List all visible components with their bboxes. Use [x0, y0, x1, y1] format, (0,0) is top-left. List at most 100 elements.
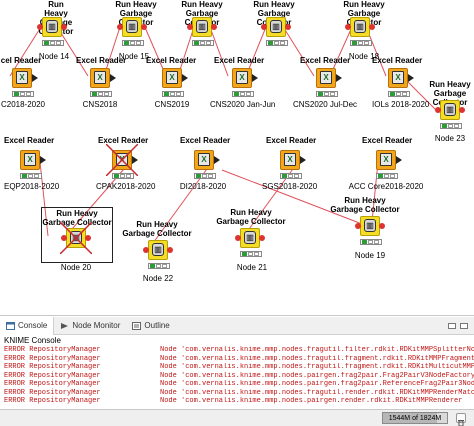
- excel-icon: X: [236, 71, 248, 84]
- log-row: ERROR RepositoryManager Node 'com.vernali…: [0, 380, 474, 389]
- node-title: cel Reader: [0, 56, 42, 65]
- node-title: Excel Reader: [146, 56, 197, 65]
- garbage-collector-node[interactable]: ▥: [117, 17, 147, 46]
- node-title: Excel Reader: [180, 136, 231, 145]
- log-message: Node 'com.vernalis.knime.mmp.nodes.fragu…: [160, 388, 474, 397]
- maximize-button[interactable]: [460, 322, 468, 329]
- trash-icon: [458, 420, 464, 426]
- excel-icon: X: [94, 71, 106, 84]
- node-title: Run Heavy Garbage Collector: [216, 208, 286, 226]
- trash-icon: ▥: [354, 20, 366, 33]
- excel-icon: X: [320, 71, 332, 84]
- node-name: Node 20: [60, 263, 92, 272]
- node-monitor-icon: [61, 322, 69, 329]
- connection: [209, 26, 229, 77]
- node-name: SGS2018-2020: [262, 182, 318, 191]
- node-name: Node 22: [142, 274, 174, 283]
- deleted-cross-icon: [106, 144, 138, 176]
- excel-reader-node[interactable]: X: [106, 144, 138, 179]
- excel-reader-node[interactable]: X: [280, 150, 306, 179]
- node-name: DI2018-2020: [179, 182, 227, 191]
- excel-reader-node[interactable]: X: [316, 68, 342, 97]
- log-message: Node 'com.vernalis.knime.mmp.nodes.pairg…: [160, 380, 474, 388]
- excel-reader-node[interactable]: X: [162, 68, 188, 97]
- connection: [281, 24, 315, 77]
- node-title: Run Heavy Garbage Collector: [122, 220, 192, 238]
- excel-reader-node[interactable]: X: [376, 150, 402, 179]
- node-name: CPAK2018-2020: [96, 182, 156, 191]
- log-message: Node 'com.vernalis.knime.mmp.nodes.fragu…: [160, 363, 474, 371]
- node-title: Excel Reader: [4, 136, 55, 145]
- node-name: CNS2019: [154, 100, 190, 109]
- trash-icon: ▥: [46, 20, 58, 33]
- log-level: ERROR RepositoryManager: [4, 354, 101, 363]
- outline-icon: [132, 321, 142, 330]
- log-message: Node 'com.vernalis.knime.mmp.nodes.fragu…: [160, 346, 474, 354]
- tab-label: Outline: [144, 321, 170, 330]
- garbage-collector-node[interactable]: ▥: [37, 17, 67, 46]
- console-title: KNIME Console: [0, 335, 474, 346]
- node-name: Node 19: [354, 251, 386, 260]
- garbage-collector-node[interactable]: ▥: [345, 17, 375, 46]
- tab-label: Console: [18, 321, 48, 330]
- minimize-button[interactable]: [448, 322, 456, 329]
- heap-label: 1544M of 1824M: [388, 415, 442, 422]
- log-level: ERROR RepositoryManager: [4, 371, 101, 380]
- node-name: ACC Core2018-2020: [348, 182, 424, 191]
- excel-reader-node[interactable]: X: [232, 68, 258, 97]
- excel-icon: X: [198, 153, 210, 166]
- workflow-canvas[interactable]: Run Heavy Garbage Collector ▥ Node 14 Ru…: [0, 0, 474, 316]
- tab-label: Node Monitor: [72, 321, 121, 330]
- log-message: Node 'com.vernalis.knime.mmp.nodes.pairg…: [160, 397, 463, 405]
- node-title: Excel Reader: [372, 56, 423, 65]
- log-message: Node 'com.vernalis.knime.mmp.nodes.fragu…: [160, 354, 474, 363]
- node-name: CNS2020 Jul-Dec: [292, 100, 358, 109]
- garbage-collector-node[interactable]: ▥: [235, 228, 265, 257]
- excel-reader-node[interactable]: X: [20, 150, 46, 179]
- node-name: IOLs 2018-2020: [372, 100, 430, 109]
- excel-icon: X: [392, 71, 404, 84]
- excel-reader-node[interactable]: X: [12, 68, 38, 97]
- node-title: Excel Reader: [214, 56, 265, 65]
- excel-reader-node[interactable]: X: [194, 150, 220, 179]
- excel-icon: X: [380, 153, 392, 166]
- log-message: Node 'com.vernalis.knime.mmp.nodes.pairg…: [160, 371, 474, 380]
- excel-icon: X: [166, 71, 178, 84]
- log-row: ERROR RepositoryManager Node 'com.vernali…: [0, 355, 474, 364]
- trash-icon: ▥: [152, 243, 164, 256]
- tab-node-monitor[interactable]: Node Monitor: [54, 317, 126, 335]
- heap-status: 1544M of 1824M: [382, 412, 448, 424]
- excel-icon: X: [284, 153, 296, 166]
- garbage-collector-node[interactable]: ▥: [143, 240, 173, 269]
- log-level: ERROR RepositoryManager: [4, 363, 101, 371]
- tab-console[interactable]: Console: [0, 316, 55, 335]
- node-title: Run Heavy Garbage Collector: [330, 196, 400, 214]
- garbage-collector-node[interactable]: ▥: [261, 17, 291, 46]
- excel-reader-node[interactable]: X: [388, 68, 414, 97]
- log-row: ERROR RepositoryManager Node 'com.vernali…: [0, 389, 474, 398]
- node-name: Node 21: [236, 263, 268, 272]
- log-row: ERROR RepositoryManager Node 'com.vernali…: [0, 397, 474, 406]
- panel-tabs: Console Node Monitor Outline: [0, 316, 474, 335]
- excel-icon: X: [24, 153, 36, 166]
- excel-reader-node[interactable]: X: [90, 68, 116, 97]
- panel-window-controls: [448, 322, 474, 329]
- node-title: Excel Reader: [300, 56, 351, 65]
- run-gc-button[interactable]: [456, 413, 466, 426]
- console-log[interactable]: ERROR RepositoryManager Node 'com.vernali…: [0, 346, 474, 409]
- trash-icon: ▥: [270, 20, 282, 33]
- node-title: Excel Reader: [266, 136, 317, 145]
- deleted-cross-icon: [60, 222, 92, 254]
- trash-icon: ▥: [364, 219, 376, 232]
- garbage-collector-node[interactable]: ▥: [435, 100, 465, 129]
- tab-outline[interactable]: Outline: [126, 317, 175, 335]
- node-name: CNS2020 Jan-Jun: [210, 100, 276, 109]
- console-icon: [6, 321, 15, 330]
- garbage-collector-node[interactable]: ▥: [355, 216, 385, 245]
- trash-icon: ▥: [126, 20, 138, 33]
- garbage-collector-node[interactable]: ▥: [60, 222, 92, 254]
- node-title: Excel Reader: [362, 136, 413, 145]
- node-title: Excel Reader: [76, 56, 127, 65]
- garbage-collector-node[interactable]: ▥: [187, 17, 217, 46]
- node-name: CNS2018: [82, 100, 118, 109]
